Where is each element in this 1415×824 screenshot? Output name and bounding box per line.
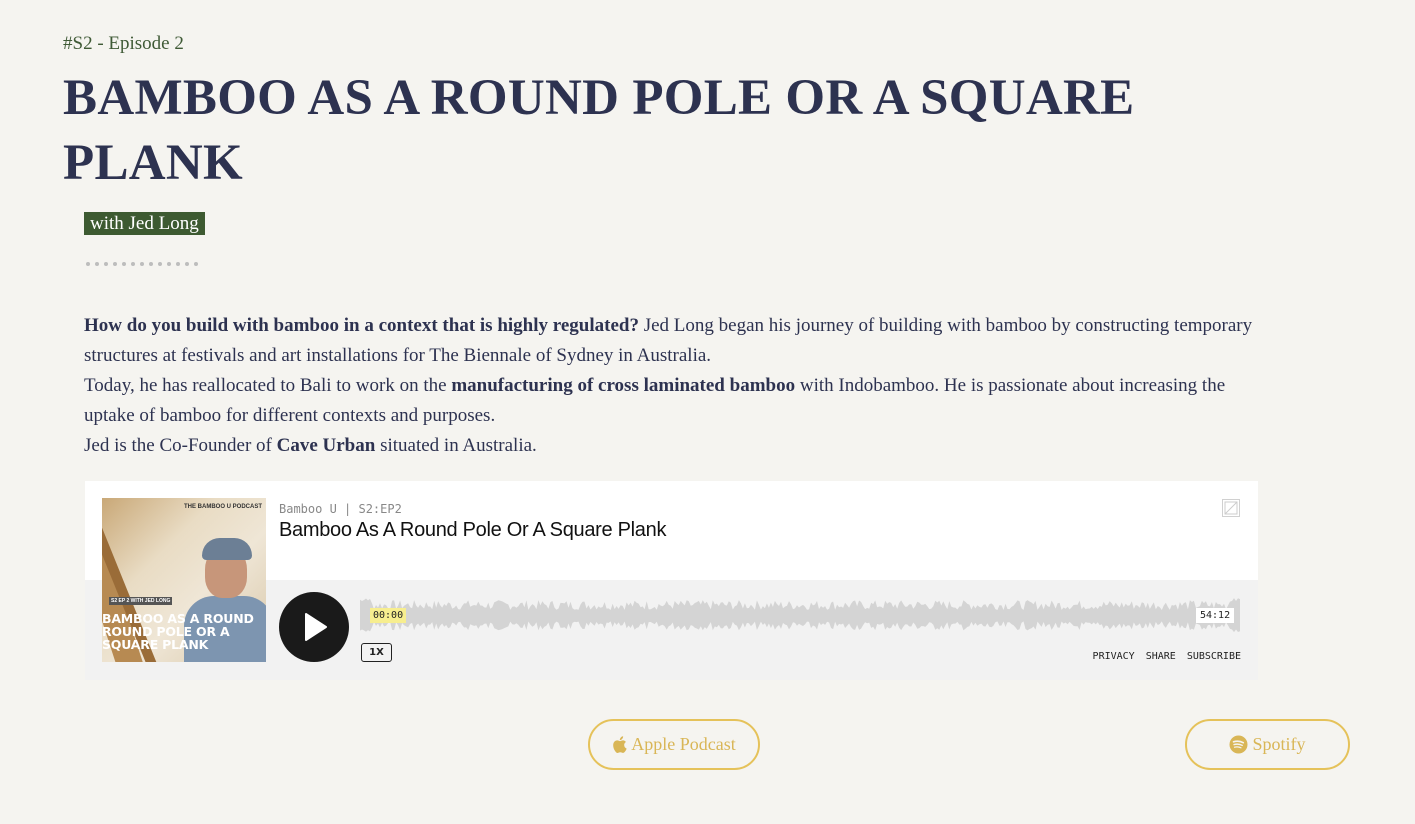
guest-badge: with Jed Long	[84, 212, 205, 235]
description-paragraph-2: Today, he has reallocated to Bali to wor…	[84, 371, 1274, 431]
description-paragraph-1: How do you build with bamboo in a contex…	[84, 311, 1274, 371]
description-bold-question: How do you build with bamboo in a contex…	[84, 315, 639, 336]
spotify-icon	[1229, 735, 1248, 754]
description-paragraph-3: Jed is the Co-Founder of Cave Urban situ…	[84, 431, 1274, 461]
waveform-scrubber[interactable]	[360, 597, 1240, 635]
spotify-label: Spotify	[1252, 734, 1306, 754]
subscribe-link[interactable]: SUBSCRIBE	[1187, 651, 1241, 662]
description-text: Today, he has reallocated to Bali to wor…	[84, 375, 452, 396]
player-episode-title: Bamboo As A Round Pole Or A Square Plank	[279, 519, 667, 541]
share-link[interactable]: SHARE	[1146, 651, 1176, 662]
description-bold-text: manufacturing of cross laminated bamboo	[451, 375, 796, 396]
total-time: 54:12	[1196, 608, 1235, 623]
play-button[interactable]	[279, 592, 349, 662]
spotify-button[interactable]: Spotify	[1185, 719, 1350, 770]
image-icon[interactable]	[1222, 499, 1240, 517]
episode-cover-art: THE BAMBOO U PODCAST S2 EP 2 WITH JED LO…	[102, 498, 266, 662]
privacy-link[interactable]: PRIVACY	[1093, 651, 1135, 662]
description-text: Jed is the Co-Founder of	[84, 435, 277, 456]
apple-icon	[613, 736, 627, 753]
playback-speed-button[interactable]: 1X	[361, 643, 392, 662]
dot-divider	[86, 262, 198, 266]
player-links: PRIVACY SHARE SUBSCRIBE	[1093, 651, 1241, 662]
cover-episode-tag: S2 EP 2 WITH JED LONG	[109, 597, 173, 605]
current-time: 00:00	[370, 608, 407, 623]
episode-description: How do you build with bamboo in a contex…	[84, 311, 1274, 461]
episode-tag: #S2 - Episode 2	[63, 33, 184, 54]
apple-podcast-label: Apple Podcast	[631, 734, 736, 754]
description-text: situated in Australia.	[375, 435, 537, 456]
podcast-player: THE BAMBOO U PODCAST S2 EP 2 WITH JED LO…	[85, 481, 1258, 680]
page-title: BAMBOO AS A ROUND POLE OR A SQUARE PLANK	[63, 70, 1135, 191]
waveform-shape	[360, 598, 1240, 633]
description-bold-text: Cave Urban	[276, 435, 376, 456]
play-icon	[305, 613, 327, 641]
cover-podcast-label: THE BAMBOO U PODCAST	[184, 504, 262, 510]
player-meta: Bamboo U | S2:EP2	[279, 502, 402, 516]
cover-title: BAMBOO AS A ROUND ROUND POLE OR A SQUARE…	[102, 611, 254, 652]
apple-podcast-button[interactable]: Apple Podcast	[588, 719, 760, 770]
